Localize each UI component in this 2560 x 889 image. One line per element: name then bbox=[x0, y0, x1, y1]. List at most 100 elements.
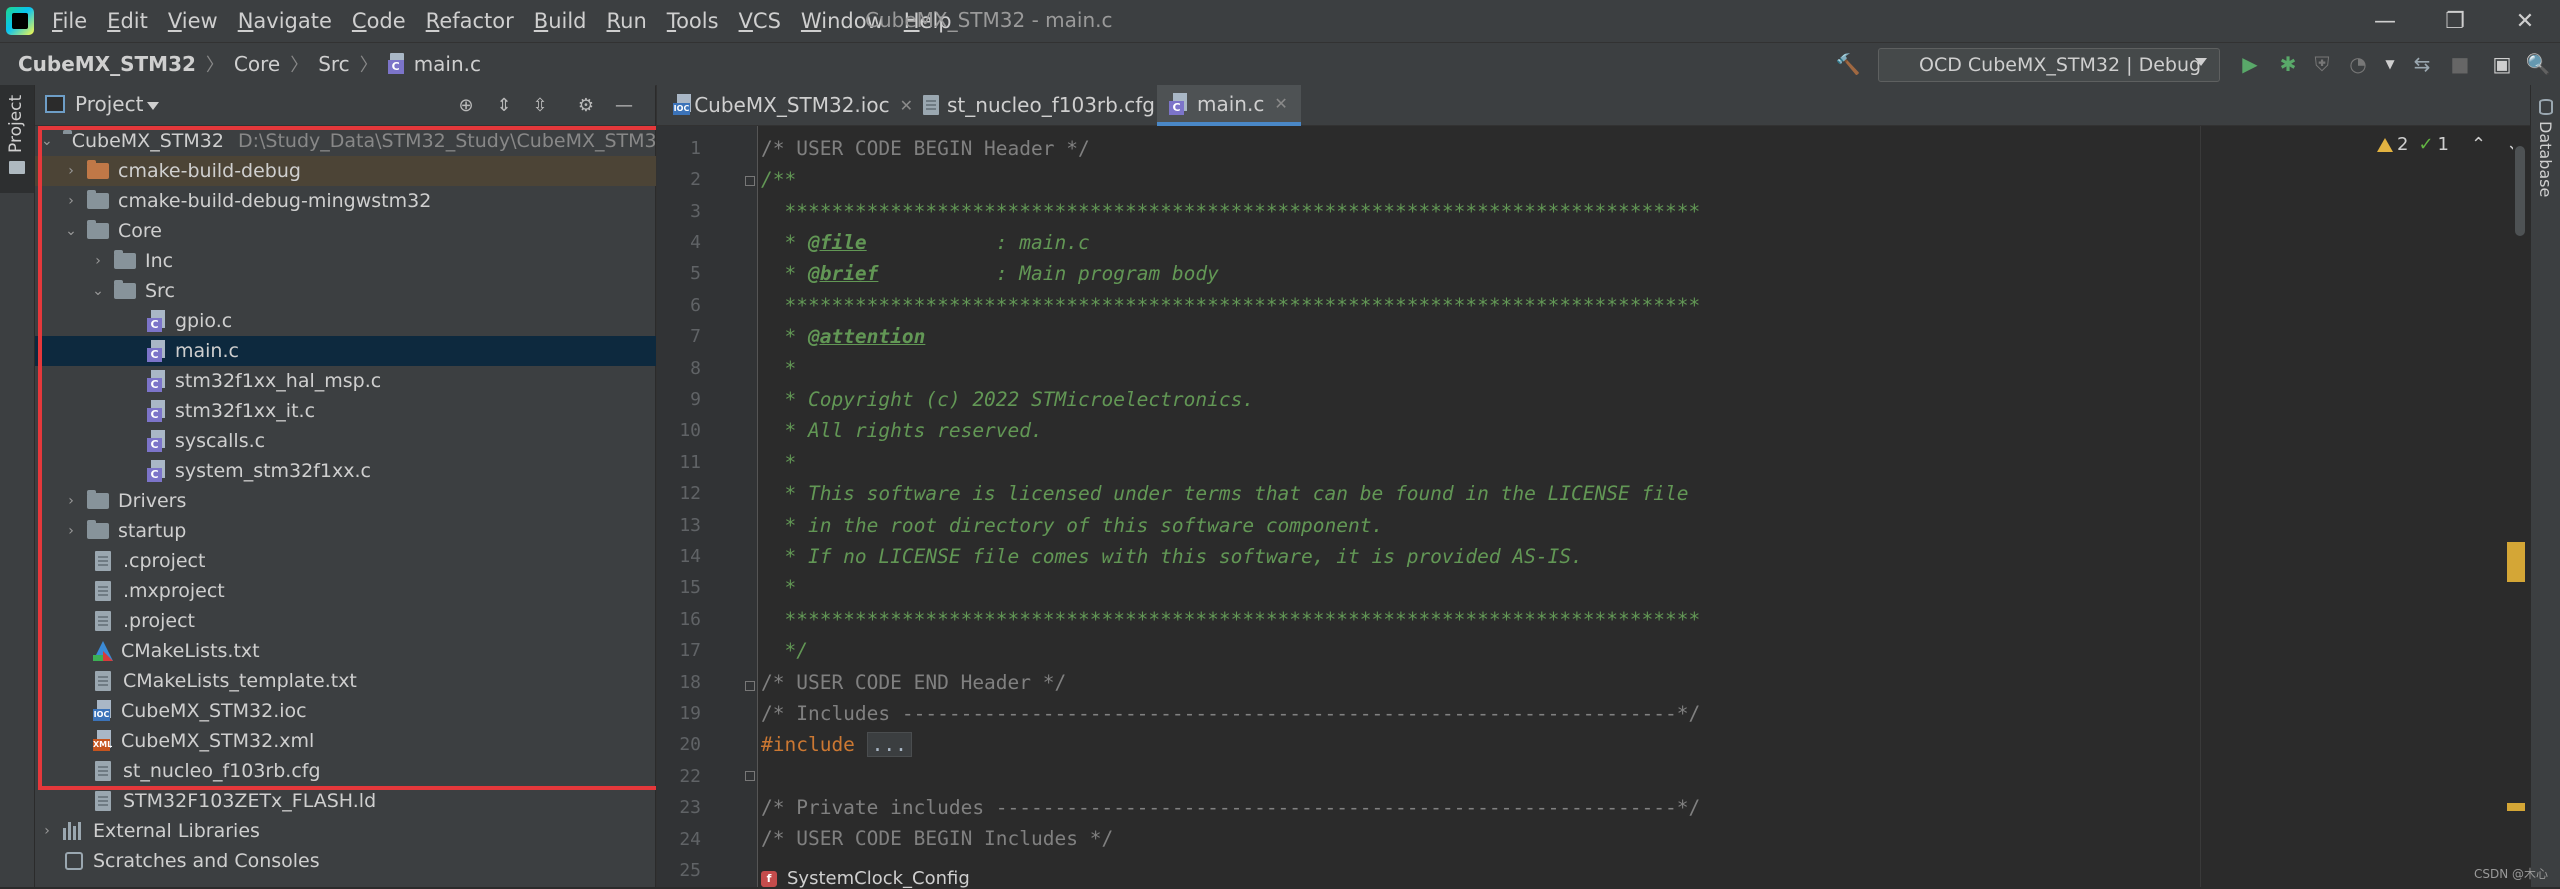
editor-area: IOC CubeMX_STM32.ioc ✕ st_nucleo_f103rb.… bbox=[656, 85, 2531, 889]
code-line[interactable]: */ bbox=[761, 639, 808, 662]
project-panel-title[interactable]: Project bbox=[75, 92, 143, 116]
menu-tools[interactable]: Tools bbox=[667, 9, 731, 33]
tree-item-external-libraries[interactable]: › External Libraries bbox=[35, 816, 661, 846]
c-file-icon: C bbox=[1169, 92, 1189, 115]
chevron-right-icon: 〉 bbox=[290, 55, 309, 76]
line-number: 7 bbox=[690, 326, 701, 347]
code-line[interactable]: /* USER CODE END Header */ bbox=[761, 671, 1066, 694]
warning-count: 2 bbox=[2397, 134, 2409, 155]
run-icon[interactable]: ▶ bbox=[2238, 52, 2262, 76]
code-line[interactable]: * in the root directory of this software… bbox=[761, 514, 1383, 537]
breadcrumb-src[interactable]: Src bbox=[318, 52, 349, 76]
menu-bar: File Edit View Navigate Code Refactor Bu… bbox=[0, 0, 2560, 42]
menu-build[interactable]: Build bbox=[534, 9, 599, 33]
chevron-right-icon: 〉 bbox=[359, 55, 378, 76]
code-line[interactable]: /* USER CODE BEGIN Includes */ bbox=[761, 827, 1113, 850]
maximize-button[interactable]: ❐ bbox=[2420, 0, 2490, 42]
fold-marker-icon[interactable] bbox=[745, 176, 755, 186]
code-line[interactable]: ****************************************… bbox=[761, 200, 1700, 223]
library-icon bbox=[63, 822, 83, 840]
profile-icon[interactable]: ◔ bbox=[2346, 52, 2370, 76]
code-line[interactable]: * bbox=[761, 576, 796, 599]
editor-scrollbar[interactable] bbox=[2513, 126, 2527, 887]
hide-panel-icon[interactable]: — bbox=[613, 94, 635, 116]
close-button[interactable]: ✕ bbox=[2490, 0, 2560, 42]
chevron-down-icon[interactable] bbox=[147, 102, 159, 110]
attach-debugger-icon[interactable]: ⇆ bbox=[2410, 52, 2434, 76]
left-tool-strip: Project bbox=[0, 85, 35, 887]
function-icon: f bbox=[761, 870, 777, 887]
scrollbar-thumb[interactable] bbox=[2515, 146, 2525, 236]
tree-item-label: STM32F103ZETx_FLASH.ld bbox=[123, 790, 377, 812]
chevron-up-icon[interactable]: ⌃ bbox=[2471, 134, 2486, 155]
fold-marker-icon[interactable] bbox=[745, 771, 755, 781]
scratch-icon bbox=[65, 852, 83, 870]
code-line[interactable]: * All rights reserved. bbox=[761, 419, 1042, 442]
stop-icon[interactable]: ■ bbox=[2448, 52, 2472, 76]
menu-view[interactable]: View bbox=[168, 9, 230, 33]
locate-target-icon[interactable]: ⊕ bbox=[455, 94, 477, 116]
code-line[interactable]: * Copyright (c) 2022 STMicroelectronics. bbox=[761, 388, 1254, 411]
search-icon[interactable]: 🔍 bbox=[2526, 52, 2551, 76]
menu-vcs[interactable]: VCS bbox=[739, 9, 793, 33]
breadcrumb-project[interactable]: CubeMX_STM32 bbox=[18, 52, 196, 76]
code-line[interactable]: ****************************************… bbox=[761, 608, 1700, 631]
warning-icon bbox=[2377, 137, 2393, 152]
menu-code[interactable]: Code bbox=[352, 9, 418, 33]
tab-cubemx-ioc[interactable]: IOC CubeMX_STM32.ioc ✕ bbox=[667, 85, 913, 125]
tree-item-scratches[interactable]: Scratches and Consoles bbox=[35, 846, 685, 876]
fold-marker-icon[interactable] bbox=[745, 681, 755, 691]
run-configuration-select[interactable]: OCD CubeMX_STM32 | Debug bbox=[1878, 48, 2220, 82]
error-stripe-marker[interactable] bbox=[2507, 542, 2525, 582]
navigation-bar: CubeMX_STM32 〉 Core 〉 Src 〉 C main.c 🔨 O… bbox=[0, 42, 2560, 86]
code-line[interactable]: /** bbox=[761, 168, 796, 191]
more-run-chevron-down-icon[interactable]: ▼ bbox=[2378, 52, 2402, 76]
project-tool-tab[interactable]: Project bbox=[0, 85, 34, 193]
collapse-all-icon[interactable]: ⇳ bbox=[529, 94, 551, 116]
build-hammer-icon[interactable]: 🔨 bbox=[1836, 52, 1861, 76]
line-number: 14 bbox=[679, 546, 701, 567]
layout-icon[interactable]: ▣ bbox=[2490, 52, 2514, 76]
menu-refactor[interactable]: Refactor bbox=[426, 9, 526, 33]
code-line[interactable]: * bbox=[761, 357, 796, 380]
code-line[interactable]: * If no LICENSE file comes with this sof… bbox=[761, 545, 1582, 568]
folded-code[interactable]: ... bbox=[866, 732, 912, 757]
code-line[interactable]: * bbox=[761, 451, 796, 474]
function-name: SystemClock_Config bbox=[787, 868, 970, 889]
breadcrumb-core[interactable]: Core bbox=[234, 52, 280, 76]
tree-item-label: Scratches and Consoles bbox=[93, 850, 320, 872]
expand-all-icon[interactable]: ⇕ bbox=[493, 94, 515, 116]
minimize-button[interactable]: — bbox=[2350, 0, 2420, 42]
code-line[interactable]: * This software is licensed under terms … bbox=[761, 482, 1688, 505]
code-breadcrumb[interactable]: f SystemClock_Config bbox=[761, 868, 970, 889]
debug-bug-icon[interactable]: ✱ bbox=[2276, 52, 2300, 76]
gear-icon[interactable]: ⚙ bbox=[575, 94, 597, 116]
code-line[interactable]: /* Private includes --------------------… bbox=[761, 796, 1700, 819]
menu-navigate[interactable]: Navigate bbox=[238, 9, 344, 33]
close-tab-icon[interactable]: ✕ bbox=[900, 96, 913, 115]
inspection-widget[interactable]: 2 ✓ 1 ⌃ ⌄ bbox=[2377, 134, 2521, 155]
chevron-right-icon[interactable]: › bbox=[41, 823, 53, 839]
code-line[interactable]: #include ... bbox=[761, 732, 912, 757]
line-number: 1 bbox=[690, 138, 701, 159]
line-number: 4 bbox=[690, 232, 701, 253]
breadcrumb-file[interactable]: main.c bbox=[414, 52, 481, 76]
menu-file[interactable]: File bbox=[52, 9, 99, 33]
code-line[interactable]: * @file : main.c bbox=[761, 231, 1089, 254]
database-icon[interactable] bbox=[2539, 99, 2553, 115]
code-line[interactable]: * @brief : Main program body bbox=[761, 262, 1218, 285]
error-stripe-marker[interactable] bbox=[2507, 803, 2525, 811]
code-line[interactable]: * @attention bbox=[761, 325, 925, 348]
menu-edit[interactable]: Edit bbox=[107, 9, 160, 33]
run-coverage-icon[interactable]: ⛨ bbox=[2310, 52, 2334, 76]
code-line[interactable]: /* Includes ----------------------------… bbox=[761, 702, 1700, 725]
tab-main-c[interactable]: C main.c ✕ bbox=[1157, 85, 1301, 126]
close-tab-icon[interactable]: ✕ bbox=[1274, 94, 1287, 113]
menu-run[interactable]: Run bbox=[607, 9, 659, 33]
code-line[interactable]: ****************************************… bbox=[761, 294, 1700, 317]
database-tool-label[interactable]: Database bbox=[2536, 121, 2555, 197]
ok-count: 1 bbox=[2437, 134, 2449, 155]
breadcrumb: CubeMX_STM32 〉 Core 〉 Src 〉 C main.c bbox=[18, 51, 481, 77]
code-line[interactable]: /* USER CODE BEGIN Header */ bbox=[761, 137, 1090, 160]
tree-item-flash-ld[interactable]: STM32F103ZETx_FLASH.ld bbox=[35, 786, 715, 816]
